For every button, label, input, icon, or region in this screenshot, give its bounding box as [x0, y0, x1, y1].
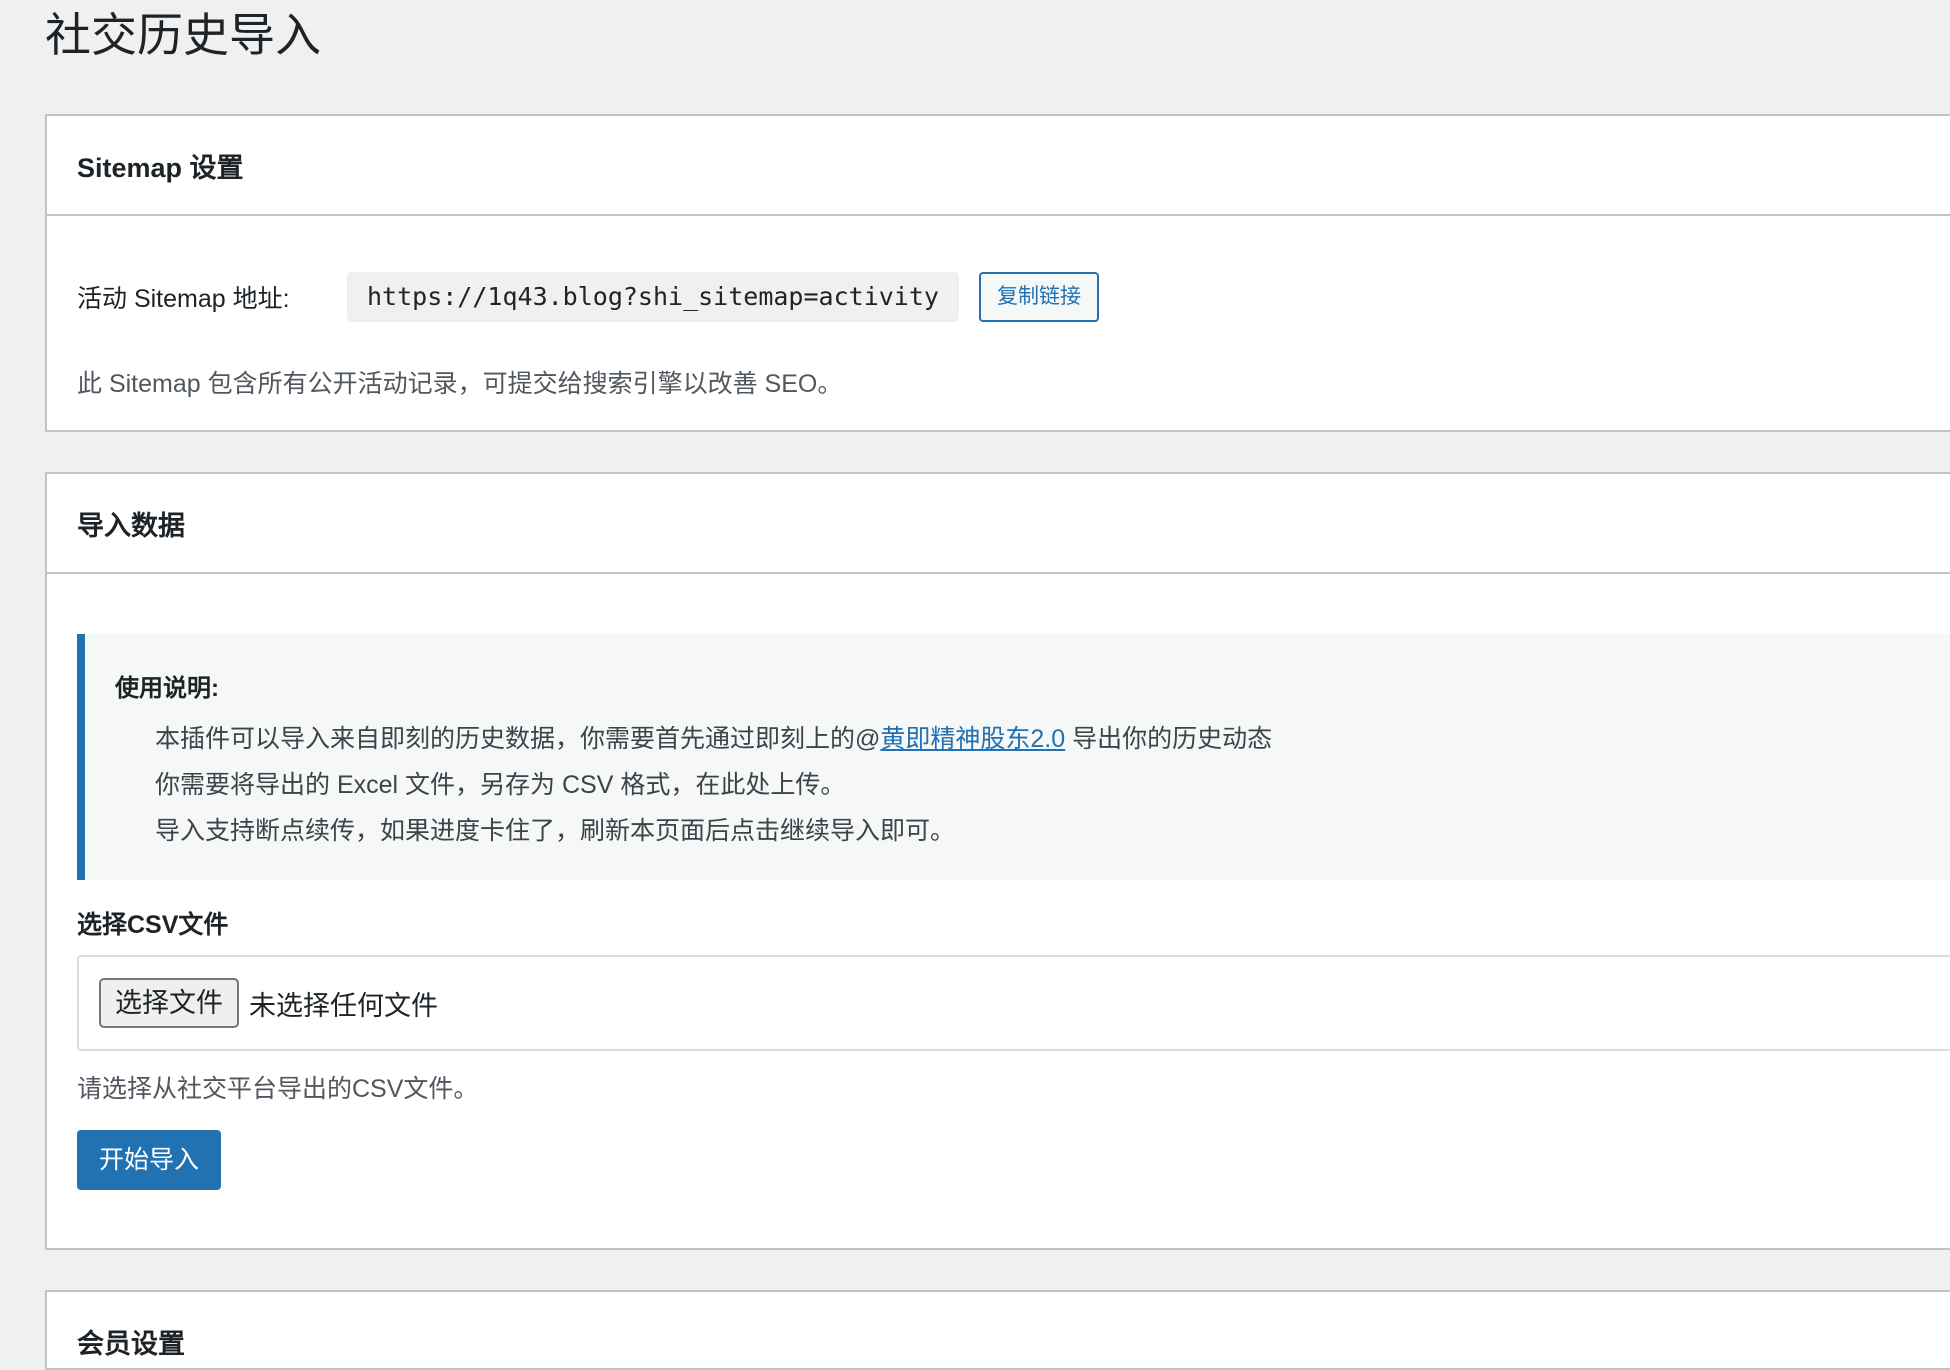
sitemap-card-title: Sitemap 设置: [77, 152, 244, 183]
sitemap-url-label: 活动 Sitemap 地址:: [77, 285, 290, 313]
sitemap-url-row: 活动 Sitemap 地址: https://1q43.blog?shi_sit…: [77, 272, 1099, 322]
notice-line-3: 导入支持断点续传，如果进度卡住了，刷新本页面后点击继续导入即可。: [155, 817, 956, 845]
import-data-card: 导入数据 使用说明: 本插件可以导入来自即刻的历史数据，你需要首先通过即刻上的@…: [45, 472, 1950, 1250]
csv-file-input[interactable]: 选择文件 未选择任何文件: [77, 955, 1950, 1051]
notice-line-1-after: 导出你的历史动态: [1065, 725, 1273, 753]
copy-link-button[interactable]: 复制链接: [978, 272, 1099, 322]
file-status-text: 未选择任何文件: [249, 990, 438, 1021]
sitemap-url-value[interactable]: https://1q43.blog?shi_sitemap=activity: [347, 272, 959, 322]
sitemap-description: 此 Sitemap 包含所有公开活动记录，可提交给搜索引擎以改善 SEO。: [77, 370, 843, 398]
member-settings-title: 会员设置: [77, 1329, 185, 1359]
member-settings-card: 会员设置: [45, 1290, 1950, 1370]
notice-line-1: 本插件可以导入来自即刻的历史数据，你需要首先通过即刻上的@黄即精神股东2.0 导…: [155, 716, 1272, 762]
notice-line-2: 你需要将导出的 Excel 文件，另存为 CSV 格式，在此处上传。: [155, 771, 846, 799]
import-card-title: 导入数据: [77, 510, 185, 541]
notice-line-1-before: 本插件可以导入来自即刻的历史数据，你需要首先通过即刻上的@: [155, 725, 881, 753]
choose-file-button[interactable]: 选择文件: [99, 978, 239, 1028]
export-bot-link[interactable]: 黄即精神股东2.0: [880, 725, 1065, 753]
start-import-button[interactable]: 开始导入: [77, 1130, 222, 1190]
sitemap-card-header: Sitemap 设置: [47, 116, 1950, 216]
import-card-header: 导入数据: [47, 474, 1950, 574]
csv-help-text: 请选择从社交平台导出的CSV文件。: [77, 1075, 479, 1103]
notice-title: 使用说明:: [115, 675, 219, 702]
usage-instructions-notice: 使用说明: 本插件可以导入来自即刻的历史数据，你需要首先通过即刻上的@黄即精神股…: [77, 634, 1950, 880]
notice-list: 本插件可以导入来自即刻的历史数据，你需要首先通过即刻上的@黄即精神股东2.0 导…: [155, 716, 1272, 854]
page-title: 社交历史导入: [45, 9, 321, 61]
csv-file-label: 选择CSV文件: [77, 911, 229, 939]
sitemap-settings-card: Sitemap 设置 活动 Sitemap 地址: https://1q43.b…: [45, 114, 1950, 432]
